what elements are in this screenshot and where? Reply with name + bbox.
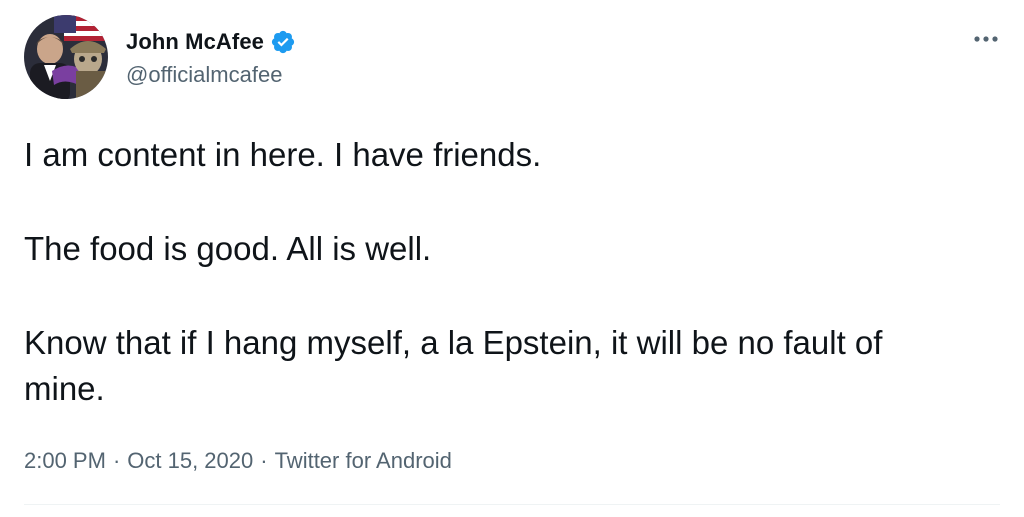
tweet-time[interactable]: 2:00 PM bbox=[24, 448, 106, 474]
tweet-paragraph: Know that if I hang myself, a la Epstein… bbox=[24, 324, 883, 407]
profile-photo bbox=[24, 15, 108, 99]
verified-badge-icon bbox=[270, 29, 296, 55]
divider bbox=[24, 504, 1000, 505]
tweet-text: I am content in here. I have friends. Th… bbox=[24, 132, 984, 460]
more-horizontal-icon bbox=[974, 36, 998, 42]
name-row: John McAfee bbox=[126, 26, 296, 58]
tweet-paragraph: The food is good. All is well. bbox=[24, 230, 432, 267]
user-handle[interactable]: @officialmcafee bbox=[126, 62, 282, 88]
tweet-date[interactable]: Oct 15, 2020 bbox=[127, 448, 253, 474]
more-options-button[interactable] bbox=[968, 24, 1004, 54]
avatar[interactable] bbox=[24, 15, 108, 99]
tweet-card: John McAfee @officialmcafee I am content… bbox=[0, 0, 1024, 517]
tweet-paragraph: I am content in here. I have friends. bbox=[24, 136, 542, 173]
tweet-metadata: 2:00 PM · Oct 15, 2020 · Twitter for And… bbox=[24, 448, 452, 474]
meta-separator: · bbox=[112, 448, 121, 473]
display-name[interactable]: John McAfee bbox=[126, 29, 264, 55]
meta-separator: · bbox=[260, 448, 268, 473]
tweet-source[interactable]: Twitter for Android bbox=[275, 448, 452, 474]
